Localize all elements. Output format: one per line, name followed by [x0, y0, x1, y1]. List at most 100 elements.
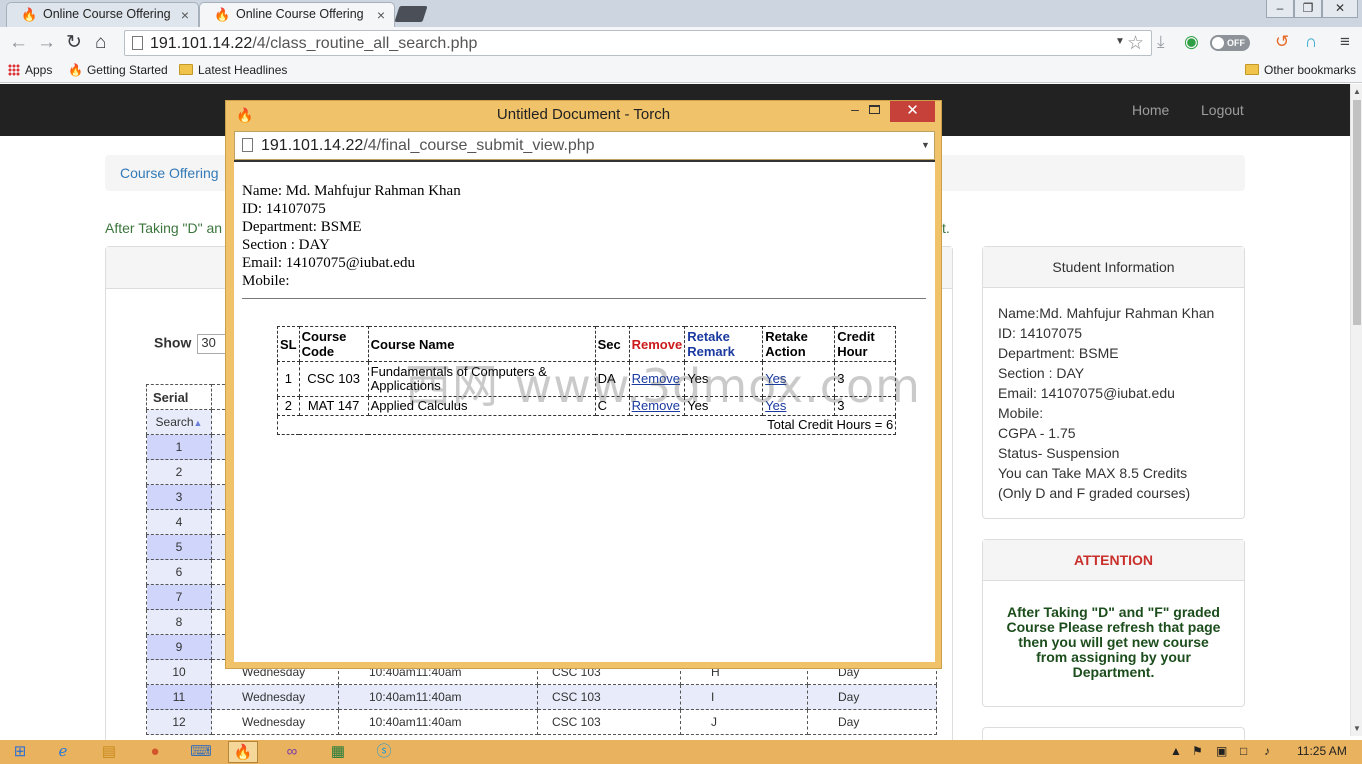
display-icon[interactable]: □: [1240, 744, 1247, 758]
home-icon[interactable]: ⌂: [95, 32, 106, 54]
bookmarks-bar: Apps 🔥 Getting Started Latest Headlines O…: [0, 59, 1362, 83]
nav-logout-link[interactable]: Logout: [1201, 102, 1244, 118]
bookmark-other-bookmarks[interactable]: Other bookmarks: [1245, 63, 1356, 77]
volume-icon[interactable]: ♪: [1264, 744, 1270, 758]
page-scrollbar[interactable]: ▲ ▼: [1350, 84, 1362, 736]
table-row[interactable]: 11 Wednesday 10:40am11:40am CSC 103 I Da…: [146, 684, 937, 710]
scroll-up-icon[interactable]: ▲: [1353, 87, 1361, 96]
address-bar[interactable]: 191.101.14.22/4/class_routine_all_search…: [124, 30, 1152, 56]
popup-student-email: Email: 14107075@iubat.edu: [242, 255, 415, 271]
menu-icon[interactable]: ≡: [1340, 32, 1350, 52]
retake-action-link[interactable]: Yes: [765, 398, 786, 413]
scrollbar-thumb[interactable]: [1353, 100, 1361, 325]
sec-cell: C: [594, 396, 630, 416]
sl-cell: 1: [277, 361, 300, 397]
serial-cell: 6: [146, 559, 212, 585]
sec-cell: DA: [594, 361, 630, 397]
bookmark-getting-started[interactable]: 🔥 Getting Started: [68, 63, 168, 77]
student-department: Department: BSME: [998, 345, 1119, 361]
reload-icon[interactable]: ↻: [66, 32, 82, 54]
headphones-icon[interactable]: ∩: [1305, 32, 1317, 52]
remove-link[interactable]: Remove: [632, 371, 680, 386]
final-course-table: SL Course Code Course Name Sec Remove Re…: [276, 326, 897, 435]
remove-link[interactable]: Remove: [632, 398, 680, 413]
retake-remark-header: Retake Remark: [684, 326, 764, 362]
popup-maximize-button[interactable]: [869, 105, 880, 114]
scroll-down-icon[interactable]: ▼: [1353, 724, 1361, 733]
bookmark-star-icon[interactable]: ☆: [1127, 32, 1144, 55]
day-cell: Wednesday: [211, 709, 339, 735]
shift-cell: Day: [807, 684, 937, 710]
divider: [242, 298, 926, 299]
toggle-off-switch[interactable]: OFF: [1210, 35, 1250, 51]
serial-cell: 8: [146, 609, 212, 635]
network-icon[interactable]: ▣: [1216, 744, 1227, 758]
popup-address-bar[interactable]: 191.101.14.22/4/final_course_submit_view…: [234, 131, 935, 160]
time-cell: 10:40am11:40am: [338, 684, 538, 710]
tab-online-course-offering-2[interactable]: 🔥 Online Course Offering ×: [199, 2, 395, 27]
windows-start-icon[interactable]: ⊞: [5, 741, 35, 763]
remove-header: Remove: [628, 326, 686, 362]
restore-window-button[interactable]: ❐: [1294, 0, 1322, 18]
action-center-icon[interactable]: ⚑: [1192, 744, 1203, 758]
tab-online-course-offering-1[interactable]: 🔥 Online Course Offering ×: [6, 2, 199, 27]
excel-icon[interactable]: ▦: [323, 741, 353, 763]
serial-cell: 1: [146, 434, 212, 460]
show-entries-select[interactable]: 30: [197, 334, 228, 354]
serial-cell: 3: [146, 484, 212, 510]
attention-title: ATTENTION: [983, 540, 1244, 581]
internet-explorer-icon[interactable]: ℯ: [48, 741, 78, 763]
visual-studio-icon[interactable]: ∞: [277, 741, 307, 763]
page-icon: [132, 36, 143, 50]
student-status: Status- Suspension: [998, 445, 1120, 461]
table-row: 1 CSC 103 Fundamentals of Computers & Ap…: [277, 361, 897, 397]
tab-strip: 🔥 Online Course Offering × 🔥 Online Cour…: [0, 0, 1362, 27]
new-tab-button[interactable]: [394, 6, 428, 22]
page-icon: [242, 138, 253, 152]
folder-icon: [179, 64, 193, 75]
serial-header[interactable]: Serial: [146, 384, 212, 410]
credits-note: (Only D and F graded courses): [998, 485, 1191, 501]
section-cell: I: [680, 684, 808, 710]
firefox-icon[interactable]: ●: [140, 741, 170, 763]
popup-minimize-button[interactable]: ‒: [842, 101, 868, 121]
forward-arrow-icon[interactable]: →: [37, 32, 56, 54]
breadcrumb-course-offering[interactable]: Course Offering: [120, 165, 219, 181]
torch-music-icon[interactable]: ↺: [1275, 32, 1289, 52]
address-dropdown-icon[interactable]: ▼: [921, 140, 930, 150]
folder-icon: [1245, 64, 1259, 75]
skype-icon[interactable]: ⓢ: [369, 741, 399, 763]
popup-close-button[interactable]: ✕: [890, 101, 935, 122]
course-code-cell: MAT 147: [298, 396, 369, 416]
clock[interactable]: 11:25 AM: [1297, 744, 1347, 758]
show-hidden-icons[interactable]: ▲: [1170, 744, 1182, 758]
table-row[interactable]: 12 Wednesday 10:40am11:40am CSC 103 J Da…: [146, 709, 937, 735]
file-explorer-icon[interactable]: ▤: [94, 741, 124, 763]
torch-downloader-icon[interactable]: ◉: [1184, 32, 1199, 52]
minimize-window-button[interactable]: ‒: [1266, 0, 1294, 18]
address-dropdown-icon[interactable]: ▼: [1115, 36, 1125, 47]
retake-action-link[interactable]: Yes: [765, 371, 786, 386]
serial-cell: 2: [146, 459, 212, 485]
course-code-cell: CSC 103: [298, 361, 369, 397]
download-icon[interactable]: ⤓: [1157, 32, 1165, 52]
browser-toolbar: ← → ↻ ⌂ 191.101.14.22/4/class_routine_al…: [0, 27, 1362, 59]
search-serial-cell[interactable]: Search▲: [146, 409, 212, 435]
back-arrow-icon[interactable]: ←: [9, 32, 28, 54]
student-section: Section : DAY: [998, 365, 1085, 381]
sl-cell: 2: [277, 396, 300, 416]
close-window-button[interactable]: ✕: [1322, 0, 1358, 18]
bookmark-latest-headlines[interactable]: Latest Headlines: [179, 63, 287, 77]
retake-remark-cell: Yes: [684, 361, 764, 397]
student-mobile: Mobile:: [998, 405, 1044, 421]
time-cell: 10:40am11:40am: [338, 709, 538, 735]
tab-close-icon[interactable]: ×: [181, 7, 189, 23]
popup-address-url[interactable]: 191.101.14.22/4/final_course_submit_view…: [261, 137, 595, 155]
keyboard-icon[interactable]: ⌨: [186, 741, 216, 763]
notice-text-end: t.: [942, 220, 950, 236]
torch-browser-icon[interactable]: 🔥: [228, 741, 258, 763]
tab-close-icon[interactable]: ×: [377, 7, 385, 23]
address-url[interactable]: 191.101.14.22/4/class_routine_all_search…: [150, 35, 477, 53]
bookmark-apps[interactable]: Apps: [8, 63, 52, 77]
nav-home-link[interactable]: Home: [1132, 102, 1169, 118]
